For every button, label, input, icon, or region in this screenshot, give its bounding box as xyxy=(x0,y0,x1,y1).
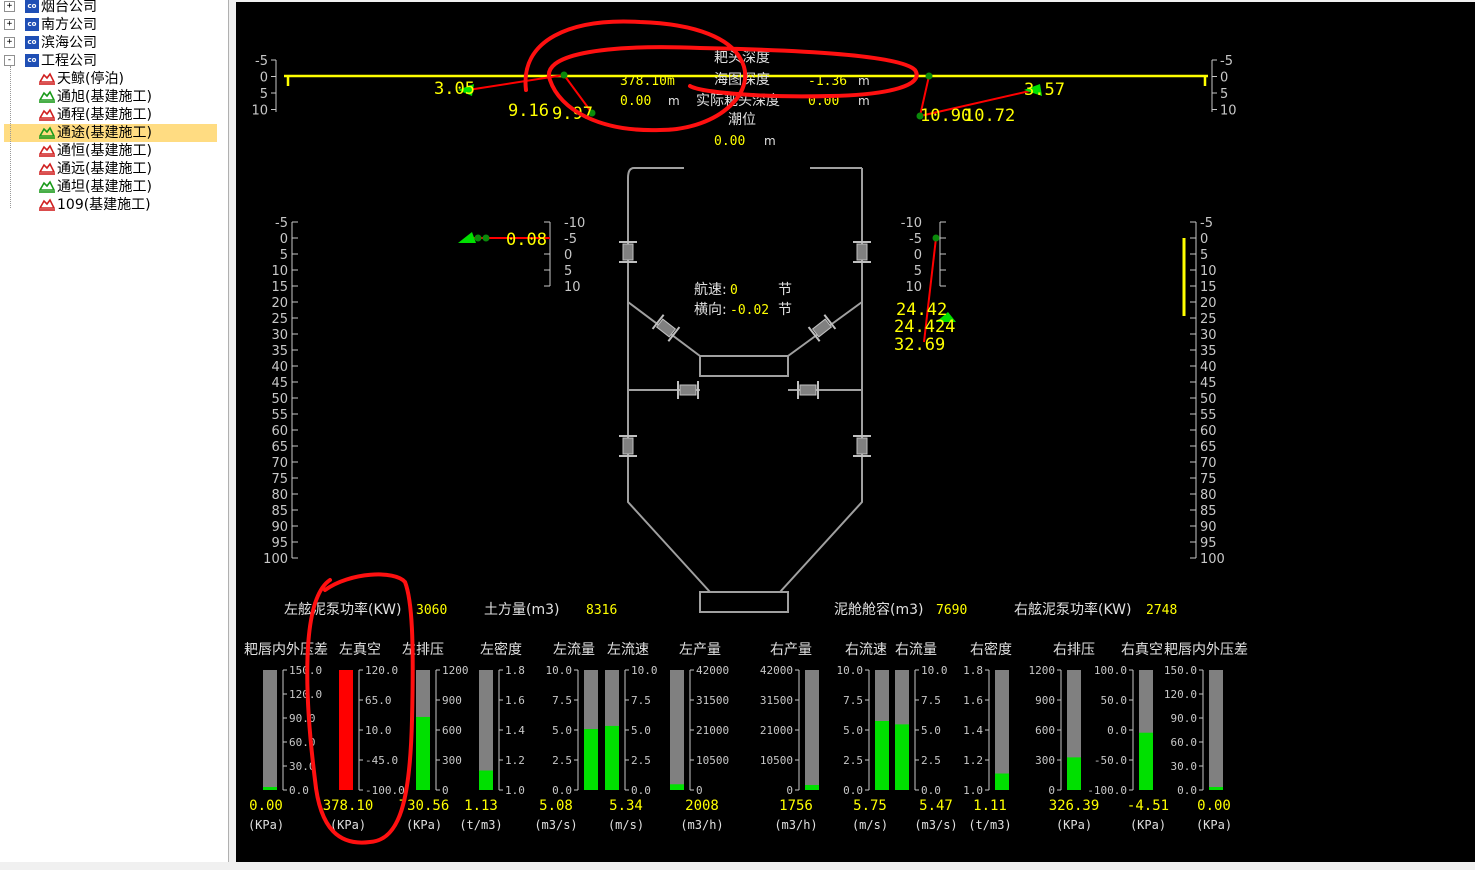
annotation-circle-vacuum xyxy=(305,572,415,845)
annotation-overlay xyxy=(305,19,919,845)
annotation-circle-top xyxy=(523,19,919,133)
